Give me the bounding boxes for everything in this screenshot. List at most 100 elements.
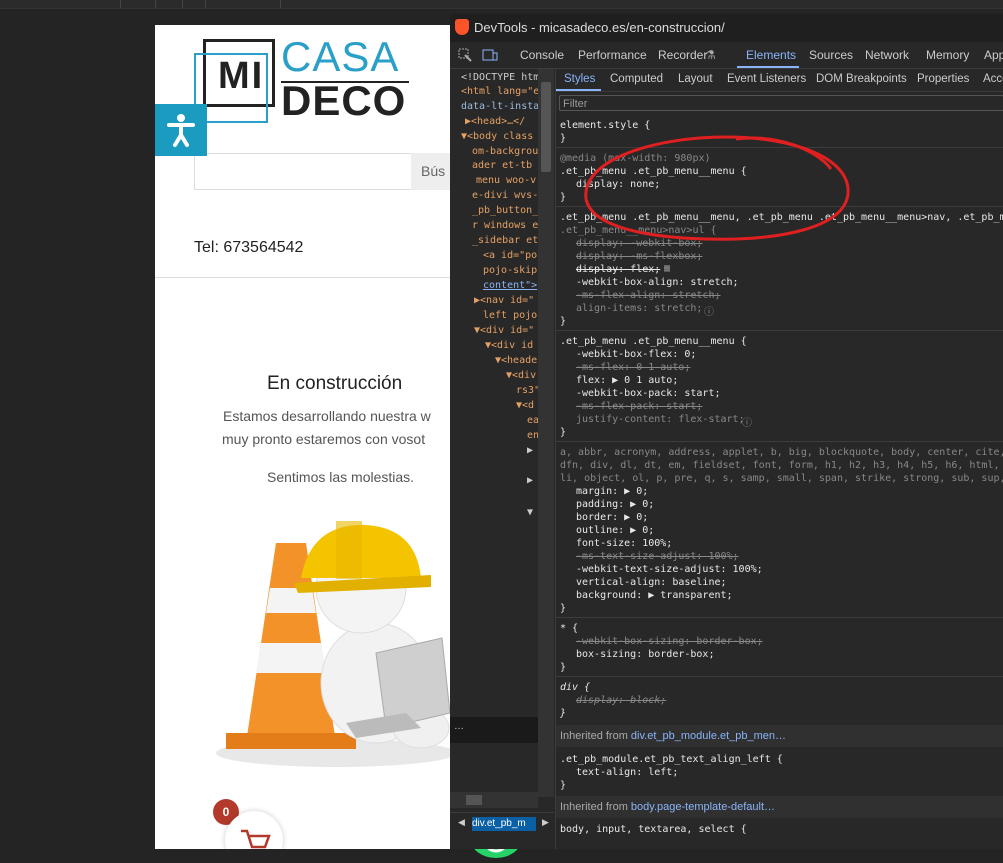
dom-line[interactable]: ▶<nav id=" [474,295,534,306]
dom-line[interactable]: left pojo [483,310,537,321]
css-property-overridden[interactable]: display: block; [576,695,666,706]
accessibility-button[interactable] [155,104,207,156]
dom-line[interactable]: ▼<div id [485,340,533,351]
device-toolbar-icon[interactable] [482,48,498,62]
rule-close: } [560,780,567,791]
dom-line[interactable]: ▼ [527,507,533,518]
dom-line[interactable]: ▼<heade [495,355,537,366]
tab-application[interactable]: App [984,48,1003,62]
css-property-overridden[interactable]: -ms-text-size-adjust: 100%; [576,551,739,562]
css-property[interactable]: -webkit-box-pack: start; [576,388,721,399]
dom-line[interactable]: ▶<head>…</ [465,116,525,127]
tab-elements[interactable]: Elements [746,48,796,62]
dom-scrollbar[interactable] [538,69,554,797]
rule-selector: * { [560,623,579,634]
inspect-element-icon[interactable] [458,48,472,62]
inherited-source-link[interactable]: body.page-template-default… [631,801,775,813]
flex-editor-icon[interactable]: ▦ [664,263,670,274]
search-button[interactable]: Bús [411,153,450,190]
tab-network[interactable]: Network [865,48,909,62]
dom-line[interactable]: ▶ [527,445,533,456]
subtab-layout[interactable]: Layout [678,73,713,85]
css-property-overridden[interactable]: -ms-flex-pack: start; [576,401,702,412]
css-property[interactable]: outline: ▶ 0; [576,525,654,536]
dom-line[interactable]: ▼<d [516,400,534,411]
css-property[interactable]: -webkit-box-align: stretch; [576,277,739,288]
css-property-inactive[interactable]: justify-content: flex-start; [576,414,745,425]
css-property-inactive[interactable]: align-items: stretch; [576,303,702,314]
dom-line[interactable]: ▶ [527,475,533,486]
dom-line[interactable]: ▼<body class [461,131,533,142]
red-annotation-circle [584,135,850,241]
dom-line[interactable]: content"> [483,280,537,291]
breadcrumb-left-arrow-icon[interactable]: ◀ [458,817,465,828]
dom-line[interactable]: e-divi wvs- [472,190,538,201]
dom-line[interactable]: <a id="po [483,250,537,261]
css-property-overridden[interactable]: -ms-flex: 0 1 auto; [576,362,690,373]
rule-close: } [560,192,567,203]
info-icon[interactable]: ⓘ [704,303,714,318]
tab-console[interactable]: Console [520,48,564,62]
dom-line[interactable]: ▼<div id=" [474,325,534,336]
dom-line[interactable]: <!DOCTYPE htm [461,72,539,83]
subtab-computed[interactable]: Computed [610,73,663,85]
rule-selector: div { [560,682,591,693]
dom-ellipsis-row: … [450,717,538,743]
dom-line[interactable]: _sidebar et [472,235,538,246]
tab-recorder[interactable]: Recorder [658,48,707,62]
subtab-event-listeners[interactable]: Event Listeners [727,73,806,85]
dom-horizontal-scrollbar[interactable] [450,792,538,808]
tab-memory[interactable]: Memory [926,48,969,62]
subtab-styles[interactable]: Styles [564,73,595,85]
css-property[interactable]: border: ▶ 0; [576,512,648,523]
dom-line[interactable]: pojo-skip [483,265,537,276]
css-property[interactable]: flex: ▶ 0 1 auto; [576,375,678,386]
breadcrumb-right-arrow-icon[interactable]: ▶ [542,817,549,828]
subtab-accessibility[interactable]: Acce [983,73,1003,85]
breadcrumb: ◀ div.et_pb_m ▶ [450,812,554,835]
css-property[interactable]: -webkit-box-flex: 0; [576,349,696,360]
rule-selector: dfn, div, dl, dt, em, fieldset, font, fo… [560,460,1003,471]
styles-filter-input[interactable]: Filter [559,95,1003,111]
css-property[interactable]: font-size: 100%; [576,538,672,549]
info-icon[interactable]: ⓘ [742,414,752,429]
subtab-properties[interactable]: Properties [917,73,969,85]
dom-line[interactable]: r windows e [472,220,538,231]
message-line-2: muy pronto estaremos con vosot [222,431,426,447]
dom-hscroll-thumb[interactable] [466,795,482,805]
css-property[interactable]: vertical-align: baseline; [576,577,727,588]
css-property-overridden[interactable]: -webkit-box-sizing: border-box; [576,636,763,647]
css-property[interactable]: background: ▶ transparent; [576,590,733,601]
dom-line[interactable]: rs3" [516,385,540,396]
devtools-title: DevTools - micasadeco.es/en-construccion… [474,20,725,35]
dom-line[interactable]: menu woo-v [476,175,536,186]
css-property[interactable]: margin: ▶ 0; [576,486,648,497]
inherited-source-link[interactable]: div.et_pb_module.et_pb_men… [631,730,786,742]
css-property[interactable]: -webkit-text-size-adjust: 100%; [576,564,763,575]
rule-separator [556,330,1003,331]
tab-divider [155,0,156,8]
inherited-label: Inherited from [560,801,631,813]
css-property[interactable]: box-sizing: border-box; [576,649,714,660]
dom-line[interactable]: data-lt-insta [461,101,539,112]
active-subtab-indicator [556,89,601,91]
dom-line[interactable]: <html lang="e [461,86,539,97]
css-property[interactable]: padding: ▶ 0; [576,499,654,510]
dom-line[interactable]: ▼<div [506,370,536,381]
dom-scrollbar-thumb[interactable] [541,82,551,172]
tab-performance[interactable]: Performance [578,48,647,62]
css-property-overridden[interactable]: -ms-flex-align: stretch; [576,290,721,301]
tab-sources[interactable]: Sources [809,48,853,62]
css-property-overridden[interactable]: display: -ms-flexbox; [576,251,702,262]
breadcrumb-item[interactable]: div.et_pb_m [472,817,536,831]
dom-line[interactable]: _pb_button_ [472,205,538,216]
css-property[interactable]: text-align: left; [576,767,678,778]
rule-selector: .et_pb_menu .et_pb_menu__menu { [560,336,747,347]
inherited-header: Inherited from body.page-template-defaul… [556,796,1003,818]
dom-line[interactable]: ader et-tb [472,160,532,171]
tab-divider [205,0,206,8]
cart-button[interactable] [225,811,283,849]
subtab-dom-breakpoints[interactable]: DOM Breakpoints [816,73,907,85]
css-property-overridden[interactable]: display: flex; [576,264,660,275]
dom-line[interactable]: om-backgrou [472,146,538,157]
